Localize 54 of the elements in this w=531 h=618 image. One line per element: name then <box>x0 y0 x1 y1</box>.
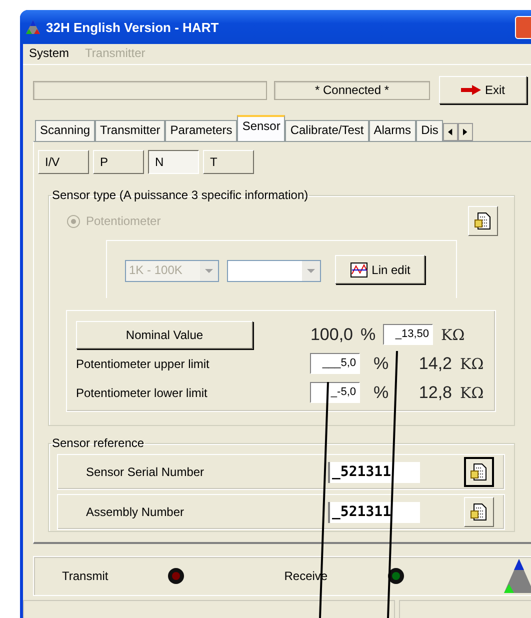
resistance-value: 12,8 <box>418 382 452 402</box>
signal-label: Transmit <box>62 569 108 583</box>
triangle-logo-icon <box>25 19 41 35</box>
status-led <box>168 568 184 584</box>
chart-icon <box>350 262 368 278</box>
input-field[interactable]: _521311 <box>328 502 420 522</box>
unit-label: KΩ <box>441 326 465 344</box>
limit-label: Potentiometer upper limit <box>76 356 210 370</box>
tab[interactable]: Parameters <box>165 120 238 141</box>
group-title: Sensor reference <box>51 436 146 450</box>
unit-label: KΩ <box>460 354 484 372</box>
unit-label: KΩ <box>460 384 484 402</box>
arrow-icon <box>460 85 481 95</box>
sub-tab[interactable]: N <box>148 150 199 174</box>
left-arrow-icon <box>448 128 454 136</box>
input-field[interactable]: _13,50 <box>383 324 433 345</box>
tab[interactable]: Transmitter <box>95 120 166 141</box>
limit-label: Potentiometer lower limit <box>76 386 208 400</box>
connection-status: * Connected * <box>274 80 430 100</box>
document-icon <box>473 211 493 231</box>
percent-unit: % <box>372 354 390 374</box>
window-title: 32H English Version - HART <box>46 20 219 34</box>
sub-tab[interactable]: T <box>203 150 254 174</box>
right-arrow-icon <box>463 128 468 136</box>
document-icon <box>469 462 489 482</box>
menu-item[interactable]: System <box>29 46 70 62</box>
document-icon <box>469 502 489 522</box>
tab[interactable]: Sensor <box>237 115 286 141</box>
tab[interactable]: Calibrate/Test <box>285 120 369 141</box>
triangle-logo-icon <box>502 558 531 594</box>
reference-label: Sensor Serial Number <box>86 465 206 479</box>
exit-button[interactable]: Exit <box>439 76 527 104</box>
dropdown-arrow-icon <box>307 269 315 273</box>
group-title: Sensor type (A puissance 3 specific information) <box>51 188 310 202</box>
input-field[interactable]: _-5,0 <box>310 382 360 403</box>
tab[interactable]: Scanning <box>35 120 96 141</box>
tab[interactable]: Alarms <box>368 120 416 141</box>
percent-unit: % <box>359 324 377 344</box>
sub-tab[interactable]: I/V <box>38 150 89 174</box>
sub-tab[interactable]: P <box>93 150 144 174</box>
lin-edit-button[interactable]: Lin edit <box>335 255 425 284</box>
scroll-left-button[interactable] <box>443 123 458 141</box>
percent-value: 100,0 <box>309 324 353 344</box>
percent-unit: % <box>372 382 390 402</box>
dropdown-arrow-icon <box>205 269 213 273</box>
document-icon-button[interactable] <box>464 457 494 487</box>
dropdown[interactable] <box>227 260 321 282</box>
scroll-right-button[interactable] <box>458 123 474 141</box>
input-field[interactable]: _521311 <box>328 462 420 482</box>
resistance-value: 14,2 <box>418 354 452 374</box>
reference-label: Assembly Number <box>86 505 186 519</box>
tab[interactable]: Dis <box>416 120 444 141</box>
nominal-value-button[interactable]: Nominal Value <box>76 320 253 348</box>
input-field[interactable]: ___5,0 <box>310 353 360 374</box>
